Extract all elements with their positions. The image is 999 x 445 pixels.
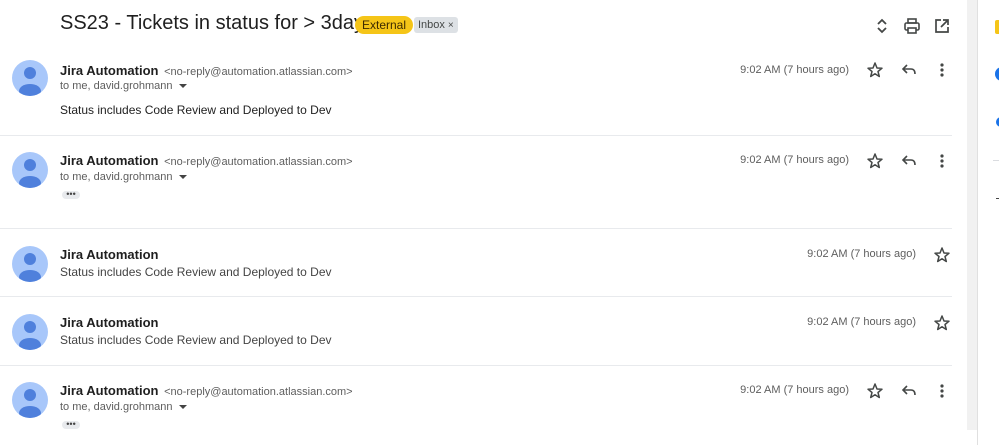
open-in-new-icon[interactable] xyxy=(932,16,952,36)
message-expanded[interactable]: Jira Automation <no-reply@automation.atl… xyxy=(0,366,952,445)
sender-line: Jira Automation <no-reply@automation.atl… xyxy=(60,383,353,398)
recipients: to me, david.grohmann xyxy=(60,80,173,92)
message-time: 9:02 AM (7 hours ago) xyxy=(740,384,849,396)
unfold-icon[interactable] xyxy=(872,16,892,36)
sender-email: <no-reply@automation.atlassian.com> xyxy=(164,66,353,78)
sender-name: Jira Automation xyxy=(60,153,159,168)
scrollbar[interactable] xyxy=(967,0,977,430)
star-icon[interactable] xyxy=(866,152,884,170)
message-collapsed[interactable]: Jira Automation Status includes Code Rev… xyxy=(0,229,952,297)
sender-name: Jira Automation xyxy=(60,63,159,78)
reply-icon[interactable] xyxy=(900,152,918,170)
recipients-line: to me, david.grohmann xyxy=(60,401,187,413)
details-caret[interactable] xyxy=(178,175,187,180)
recipients-line: to me, david.grohmann xyxy=(60,80,187,92)
reply-icon[interactable] xyxy=(900,61,918,79)
show-trimmed-content-button[interactable]: ••• xyxy=(62,420,80,429)
message-snippet: Status includes Code Review and Deployed… xyxy=(60,333,332,347)
sender-name: Jira Automation xyxy=(60,247,159,262)
star-icon[interactable] xyxy=(933,314,951,332)
recipients: to me, david.grohmann xyxy=(60,171,173,183)
details-caret[interactable] xyxy=(178,405,187,410)
message-time: 9:02 AM (7 hours ago) xyxy=(807,316,916,328)
message-time: 9:02 AM (7 hours ago) xyxy=(740,154,849,166)
external-badge: External xyxy=(355,16,414,34)
recipients-line: to me, david.grohmann xyxy=(60,171,187,183)
sender-email: <no-reply@automation.atlassian.com> xyxy=(164,156,353,168)
sender-line: Jira Automation <no-reply@automation.atl… xyxy=(60,63,353,78)
print-icon[interactable] xyxy=(902,16,922,36)
message-time: 9:02 AM (7 hours ago) xyxy=(740,64,849,76)
side-panel-rail xyxy=(977,0,999,445)
avatar xyxy=(12,314,48,350)
more-options-icon[interactable] xyxy=(933,152,951,170)
subject-row: SS23 - Tickets in status for > 3days Ext… xyxy=(0,0,966,52)
keep-app-icon[interactable] xyxy=(995,67,999,81)
sender-line: Jira Automation xyxy=(60,247,158,262)
avatar xyxy=(12,152,48,188)
message-body: Status includes Code Review and Deployed… xyxy=(60,103,332,117)
sender-line: Jira Automation <no-reply@automation.atl… xyxy=(60,153,353,168)
star-icon[interactable] xyxy=(933,246,951,264)
avatar xyxy=(12,60,48,96)
avatar xyxy=(12,246,48,282)
more-options-icon[interactable] xyxy=(933,61,951,79)
avatar xyxy=(12,382,48,418)
sender-name: Jira Automation xyxy=(60,383,159,398)
rail-divider xyxy=(993,160,999,161)
show-trimmed-content-button[interactable]: ••• xyxy=(62,190,80,199)
calendar-app-icon[interactable] xyxy=(995,20,999,34)
message-collapsed[interactable]: Jira Automation Status includes Code Rev… xyxy=(0,297,952,366)
message-expanded[interactable]: Jira Automation <no-reply@automation.atl… xyxy=(0,136,952,229)
more-options-icon[interactable] xyxy=(933,382,951,400)
details-caret[interactable] xyxy=(178,84,187,89)
reply-icon[interactable] xyxy=(900,382,918,400)
inbox-label-text: Inbox xyxy=(418,19,445,31)
star-icon[interactable] xyxy=(866,61,884,79)
email-subject: SS23 - Tickets in status for > 3days xyxy=(60,12,375,34)
star-icon[interactable] xyxy=(866,382,884,400)
message-time: 9:02 AM (7 hours ago) xyxy=(807,248,916,260)
message-snippet: Status includes Code Review and Deployed… xyxy=(60,265,332,279)
remove-label-icon[interactable]: × xyxy=(448,20,454,31)
message-expanded[interactable]: Jira Automation <no-reply@automation.atl… xyxy=(0,52,952,136)
sender-name: Jira Automation xyxy=(60,315,159,330)
inbox-label[interactable]: Inbox × xyxy=(414,17,458,33)
recipients: to me, david.grohmann xyxy=(60,401,173,413)
email-thread: SS23 - Tickets in status for > 3days Ext… xyxy=(0,0,966,445)
sender-line: Jira Automation xyxy=(60,315,158,330)
sender-email: <no-reply@automation.atlassian.com> xyxy=(164,386,353,398)
